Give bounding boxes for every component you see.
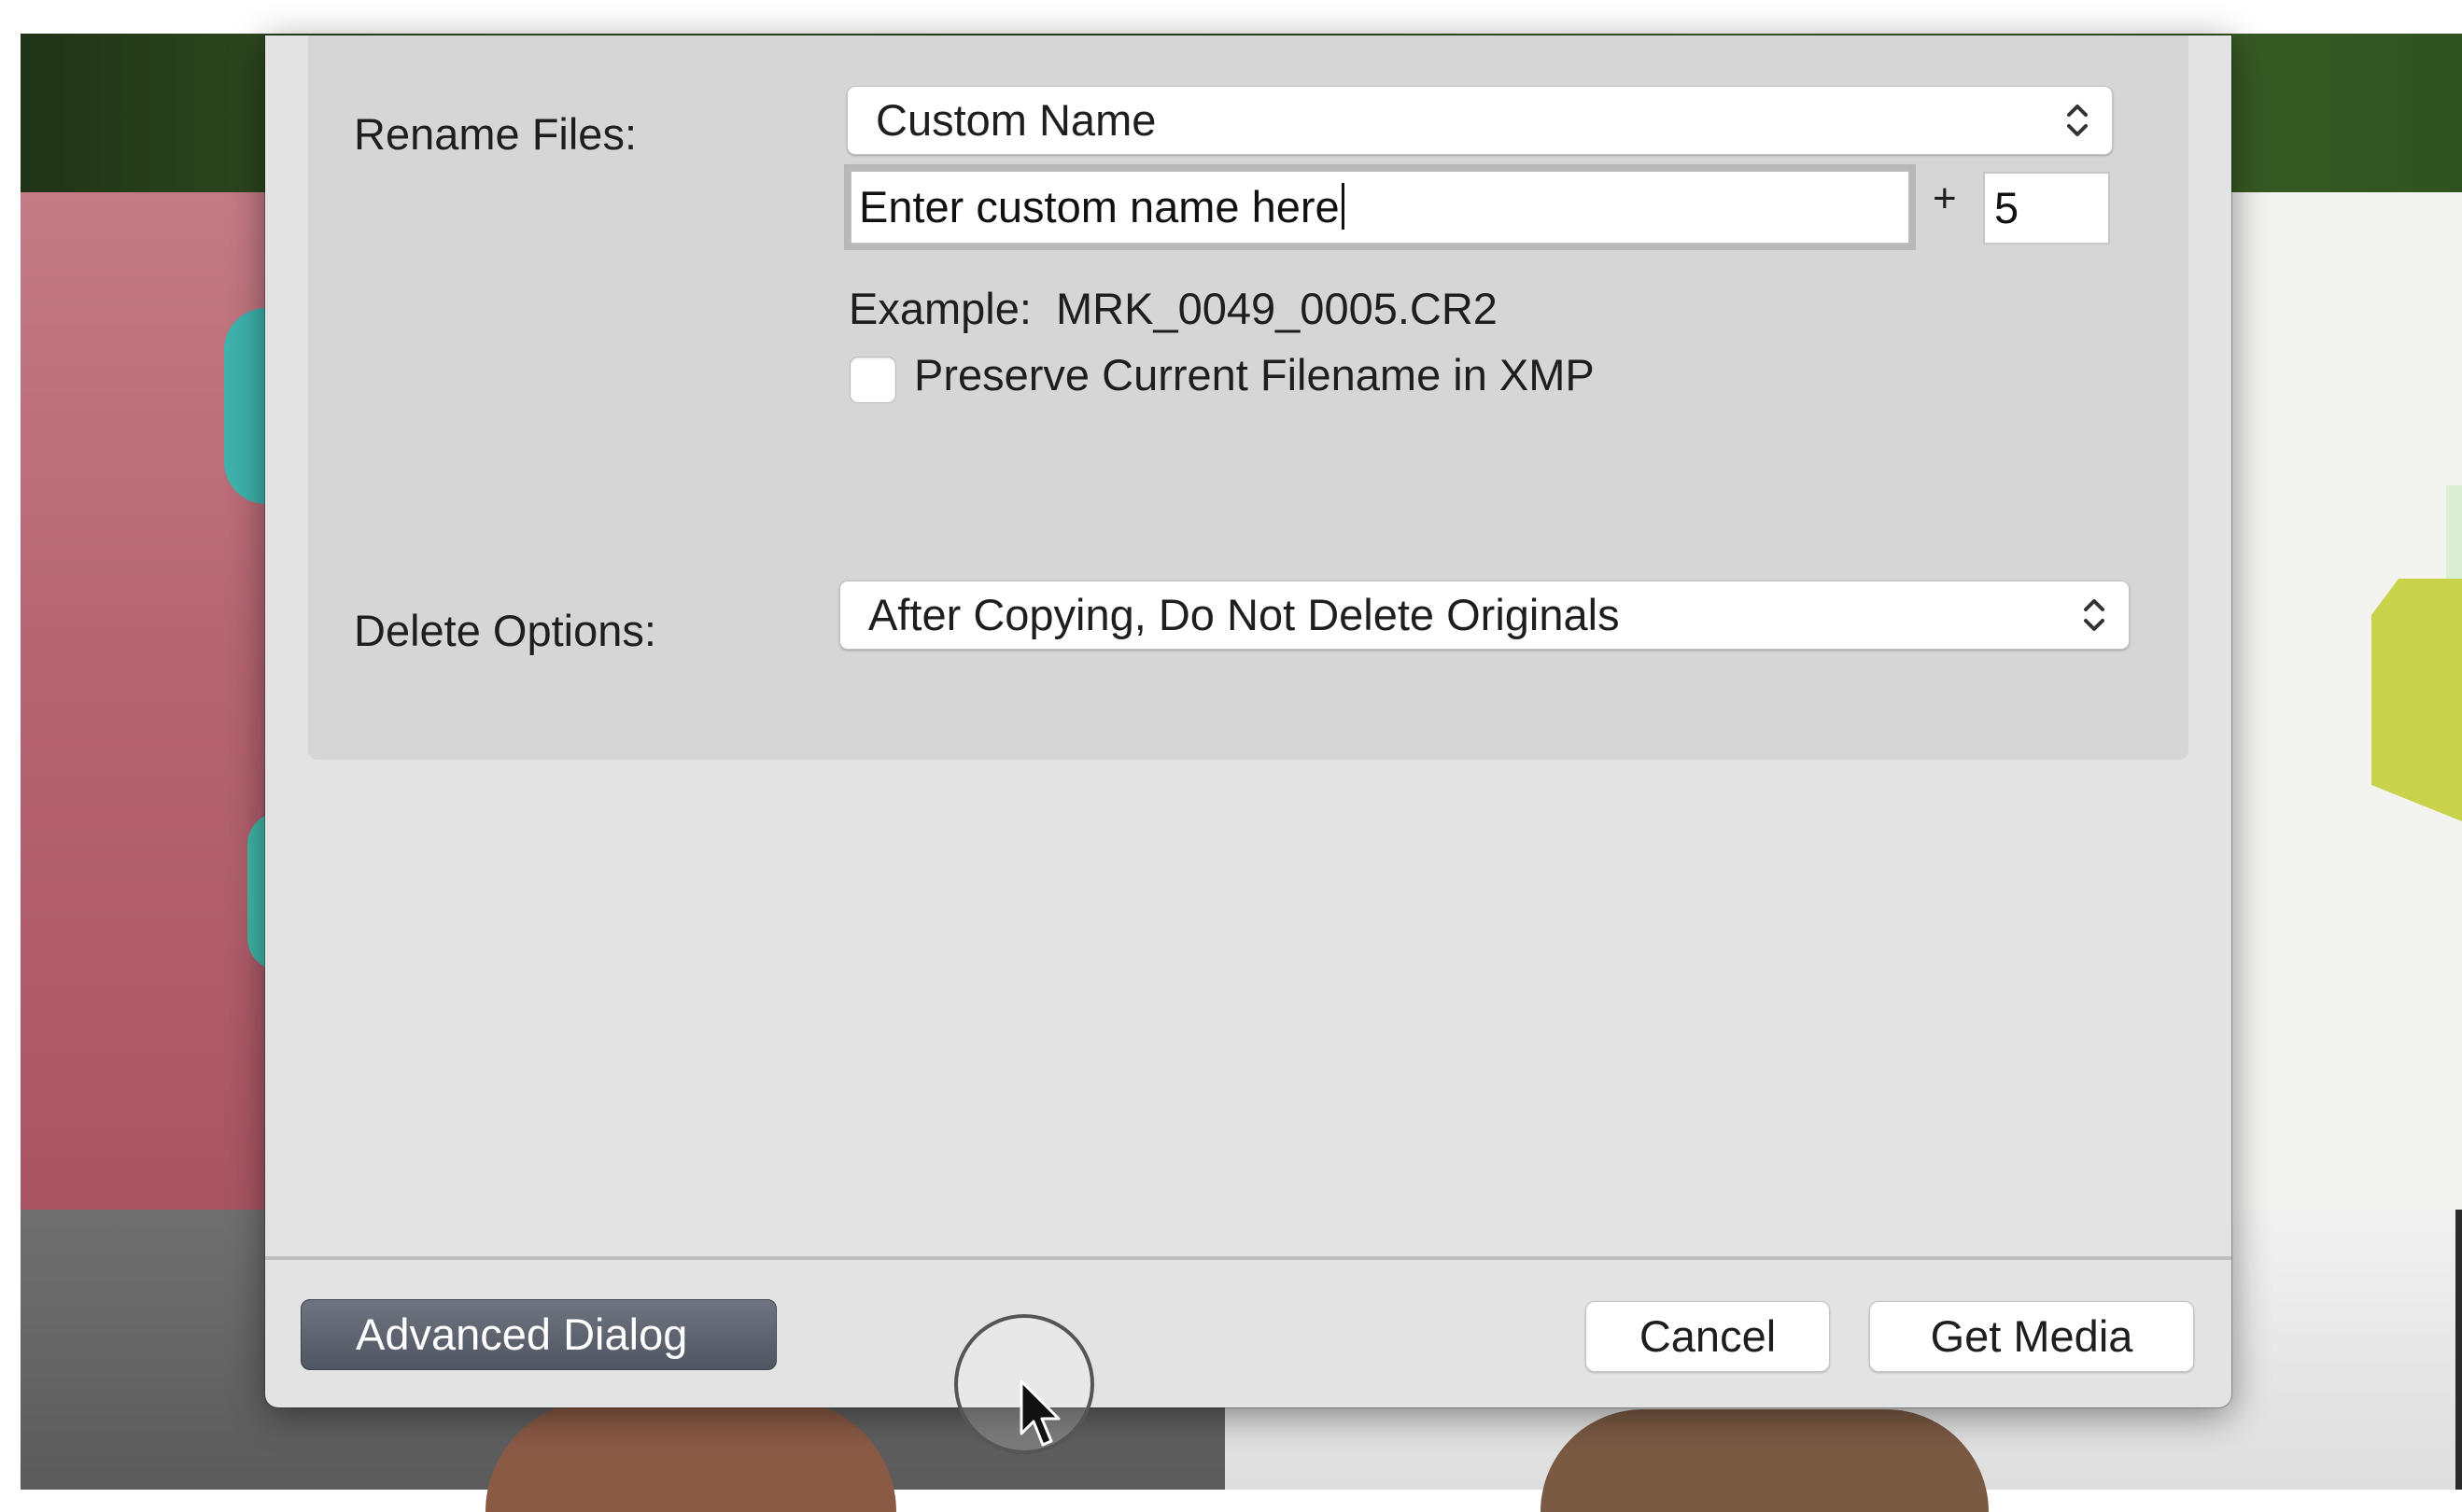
preserve-filename-checkbox[interactable] <box>850 357 896 403</box>
delete-options-select[interactable]: After Copying, Do Not Delete Originals <box>839 581 2130 650</box>
mouse-pointer-icon <box>1020 1379 1061 1447</box>
custom-name-input-value: Enter custom name here <box>859 182 1340 231</box>
sequence-number-input[interactable]: 5 <box>1983 172 2110 245</box>
background-lime-shape <box>2371 579 2462 821</box>
plus-sign: + <box>1933 175 1957 221</box>
delete-options-label: Delete Options: <box>354 606 656 655</box>
sequence-number-value: 5 <box>1994 183 2019 232</box>
delete-options-select-value: After Copying, Do Not Delete Originals <box>868 590 1620 639</box>
preserve-filename-label[interactable]: Preserve Current Filename in XMP <box>914 349 1595 400</box>
get-media-button[interactable]: Get Media <box>1869 1301 2194 1372</box>
photo-downloader-dialog: Rename Files: Custom Name Enter custom n… <box>265 35 2231 1454</box>
chevron-up-down-icon <box>2084 599 2104 631</box>
filename-example: Example: MRK_0049_0005.CR2 <box>849 284 1498 333</box>
background-portrait-head <box>485 1400 896 1512</box>
background-portrait-head <box>1541 1409 1989 1512</box>
background-edge <box>2455 1210 2462 1490</box>
rename-files-select[interactable]: Custom Name <box>847 86 2113 155</box>
cancel-button[interactable]: Cancel <box>1585 1301 1830 1372</box>
text-caret <box>1341 183 1344 230</box>
advanced-dialog-button[interactable]: Advanced Dialog <box>301 1299 777 1370</box>
custom-name-input[interactable]: Enter custom name here <box>850 170 1910 245</box>
footer-divider <box>265 1256 2231 1260</box>
chevron-up-down-icon <box>2067 105 2088 136</box>
rename-files-select-value: Custom Name <box>876 95 1157 145</box>
rename-files-label: Rename Files: <box>354 109 637 159</box>
